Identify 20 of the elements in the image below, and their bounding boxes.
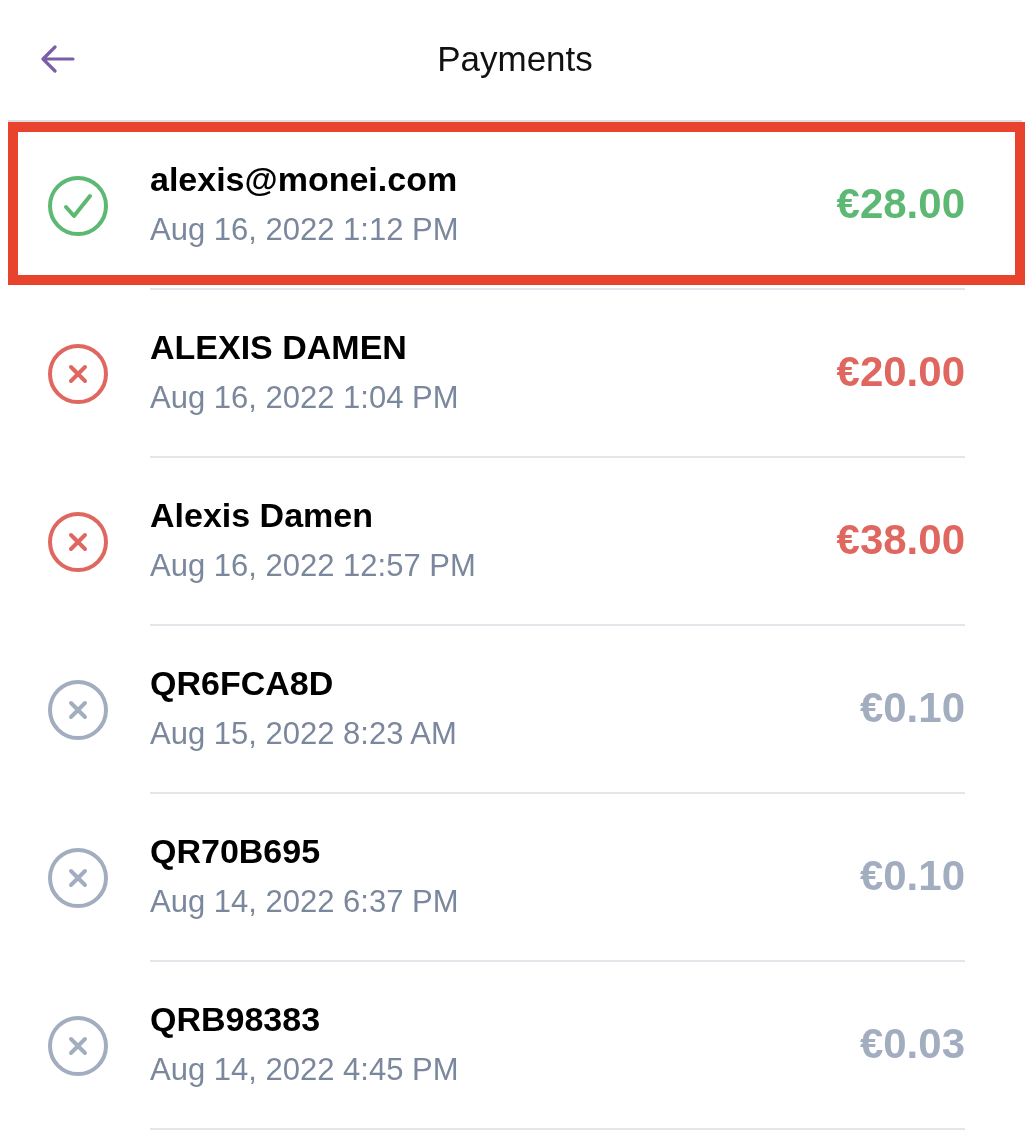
payment-date: Aug 15, 2022 8:23 AM	[150, 714, 457, 753]
back-arrow-icon	[41, 45, 75, 73]
payer-name: QR70B695	[150, 830, 322, 872]
payer-name: Alexis Damen	[150, 494, 374, 536]
payer-name: ALEXIS DAMEN	[150, 326, 408, 368]
payment-date: Aug 14, 2022 4:45 PM	[150, 1050, 459, 1089]
payment-amount: €0.10	[859, 852, 965, 900]
payer-name: QRB98383	[150, 998, 322, 1040]
payment-amount: €28.00	[836, 180, 965, 228]
payment-amount: €0.03	[859, 1020, 965, 1068]
payment-amount: €0.10	[859, 684, 965, 732]
payment-amount: €38.00	[836, 516, 965, 564]
payment-date: Aug 16, 2022 1:04 PM	[150, 378, 459, 417]
payer-name: alexis@monei.com	[150, 158, 459, 200]
payment-date: Aug 14, 2022 6:37 PM	[150, 882, 459, 921]
payer-name: QR6FCA8D	[150, 662, 335, 704]
payment-date: Aug 16, 2022 1:12 PM	[150, 210, 459, 249]
page-title: Payments	[436, 39, 594, 79]
payment-amount: €20.00	[836, 348, 965, 396]
payment-date: Aug 16, 2022 12:57 PM	[150, 546, 476, 585]
